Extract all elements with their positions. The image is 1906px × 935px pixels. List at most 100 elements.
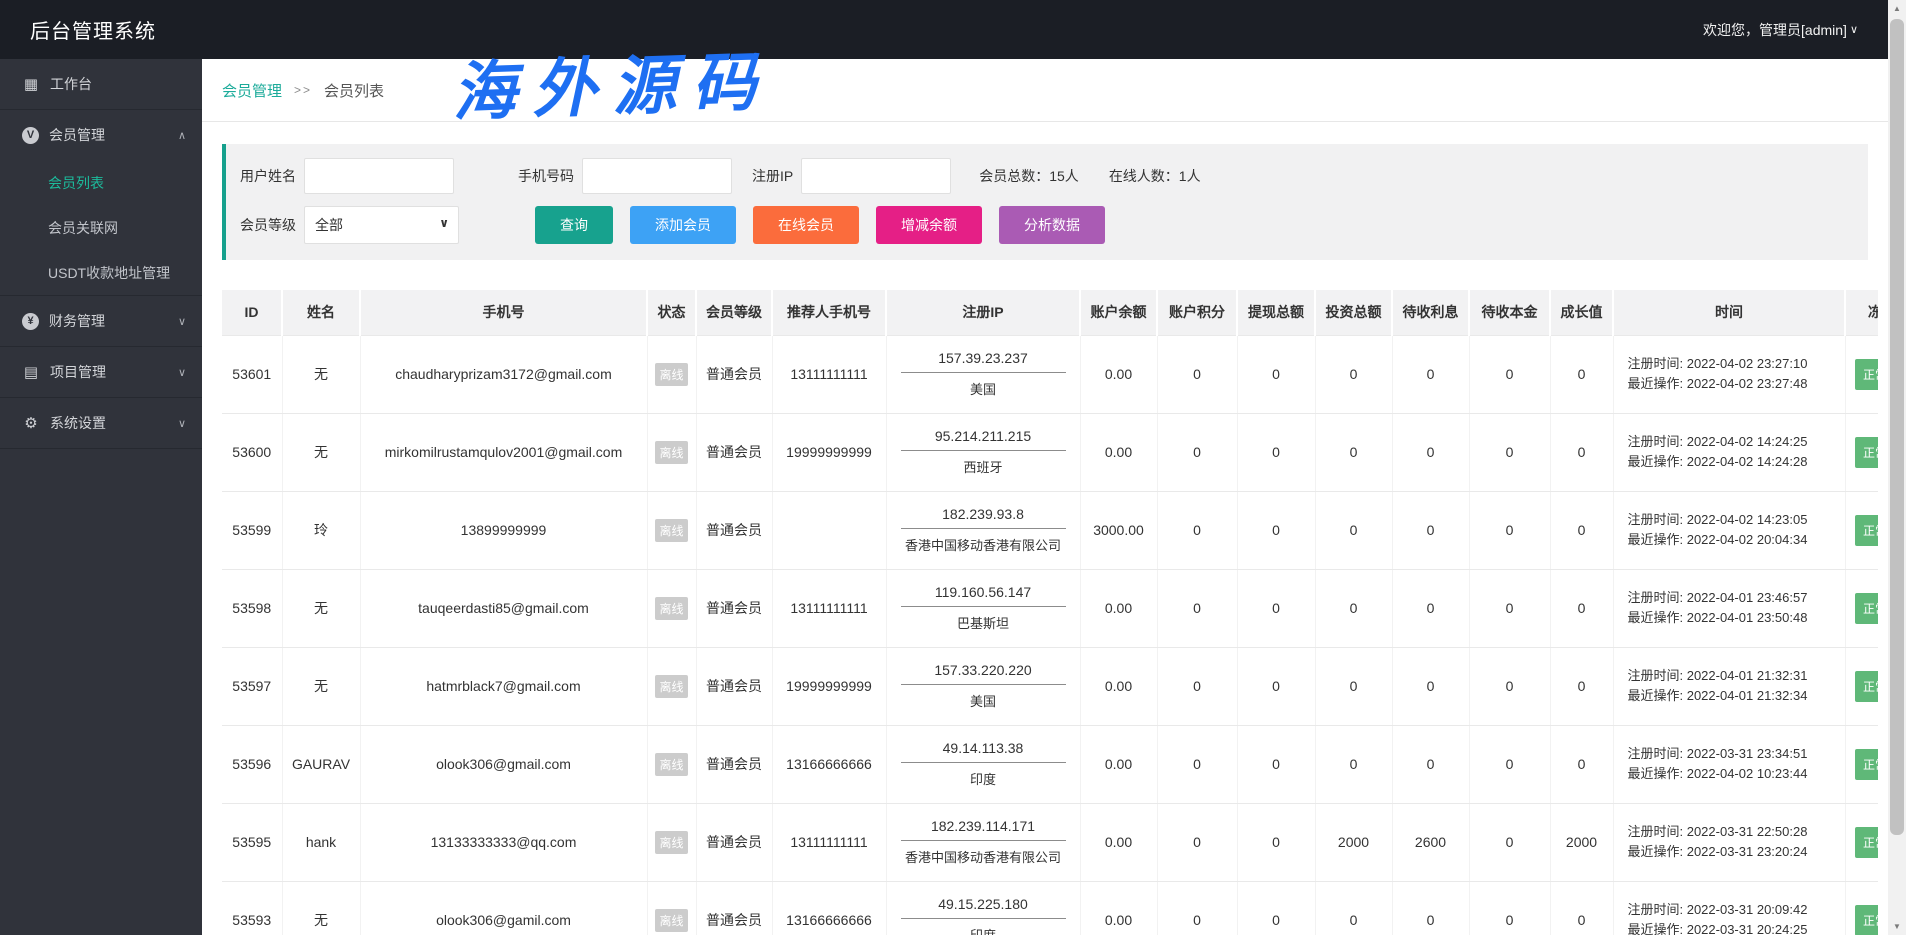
status-cell: 离线 xyxy=(647,335,696,413)
normal-status-button[interactable]: 正常 xyxy=(1855,905,1878,935)
analyze-data-button[interactable]: 分析数据 xyxy=(999,206,1105,244)
column-header-12: 待收本金 xyxy=(1469,290,1550,335)
table-row: 53600无mirkomilrustamqulov2001@gmail.com离… xyxy=(222,413,1878,491)
ip-region: 香港中国移动香港有限公司 xyxy=(891,847,1076,866)
frozen-status-cell: 正常 xyxy=(1845,491,1878,569)
member-name: 无 xyxy=(282,647,360,725)
offline-status-badge: 离线 xyxy=(655,519,687,542)
username-input[interactable] xyxy=(304,158,454,194)
account-balance: 0.00 xyxy=(1080,725,1157,803)
sidebar-item-project-management[interactable]: ▤项目管理∨ xyxy=(0,347,202,397)
time-cell: 注册时间: 2022-03-31 20:09:42最近操作: 2022-03-3… xyxy=(1613,881,1845,935)
online-count-stat: 在线人数：1人 xyxy=(1109,166,1201,186)
register-time: 注册时间: 2022-04-01 21:32:31 xyxy=(1628,666,1841,686)
breadcrumb-parent-link[interactable]: 会员管理 xyxy=(222,80,282,101)
normal-status-button[interactable]: 正常 xyxy=(1855,359,1878,390)
register-ip-cell: 182.239.93.8香港中国移动香港有限公司 xyxy=(886,491,1080,569)
member-total-stat: 会员总数：15人 xyxy=(979,166,1079,186)
online-members-button[interactable]: 在线会员 xyxy=(753,206,859,244)
register-ip-cell: 95.214.211.215西班牙 xyxy=(886,413,1080,491)
member-id: 53599 xyxy=(222,491,282,569)
column-header-8: 账户积分 xyxy=(1157,290,1237,335)
account-balance: 0.00 xyxy=(1080,803,1157,881)
sidebar-item-member-network[interactable]: 会员关联网 xyxy=(0,205,202,250)
account-points: 0 xyxy=(1157,725,1237,803)
chevron-down-icon: ∨ xyxy=(178,417,186,430)
adjust-balance-button[interactable]: 增减余额 xyxy=(876,206,982,244)
withdraw-total: 0 xyxy=(1237,647,1315,725)
sidebar-item-system-settings[interactable]: ⚙系统设置∨ xyxy=(0,398,202,448)
normal-status-button[interactable]: 正常 xyxy=(1855,671,1878,702)
pending-interest: 2600 xyxy=(1392,803,1469,881)
sidebar-nav: ▦工作台V会员管理∧会员列表会员关联网USDT收款地址管理¥财务管理∨▤项目管理… xyxy=(0,59,202,935)
withdraw-total: 0 xyxy=(1237,569,1315,647)
register-ip-input[interactable] xyxy=(801,158,951,194)
invest-total: 0 xyxy=(1315,725,1392,803)
offline-status-badge: 离线 xyxy=(655,597,687,620)
member-management-label: 会员管理 xyxy=(49,125,178,145)
withdraw-total: 0 xyxy=(1237,725,1315,803)
add-member-button[interactable]: 添加会员 xyxy=(630,206,736,244)
main-content: 会员管理 >> 会员列表 用户姓名 手机号码 注册IP 会员总数：15人 在线人… xyxy=(202,59,1888,935)
pending-interest: 0 xyxy=(1392,335,1469,413)
invest-total: 0 xyxy=(1315,491,1392,569)
phone-input[interactable] xyxy=(582,158,732,194)
sidebar-group-project-management: ▤项目管理∨ xyxy=(0,347,202,398)
column-header-3: 状态 xyxy=(647,290,696,335)
column-header-0: ID xyxy=(222,290,282,335)
register-time: 注册时间: 2022-03-31 20:09:42 xyxy=(1628,900,1841,920)
account-points: 0 xyxy=(1157,335,1237,413)
status-cell: 离线 xyxy=(647,491,696,569)
pending-interest: 0 xyxy=(1392,881,1469,935)
chevron-down-icon: ∨ xyxy=(1850,23,1858,36)
normal-status-button[interactable]: 正常 xyxy=(1855,515,1878,546)
scroll-down-icon[interactable]: ▼ xyxy=(1888,918,1906,935)
member-id: 53601 xyxy=(222,335,282,413)
column-header-14: 时间 xyxy=(1613,290,1845,335)
register-ip-label: 注册IP xyxy=(752,166,793,186)
referrer-phone: 19999999999 xyxy=(772,413,886,491)
sidebar-item-workbench[interactable]: ▦工作台 xyxy=(0,59,202,109)
chevron-up-icon: ∧ xyxy=(178,129,186,142)
normal-status-button[interactable]: 正常 xyxy=(1855,593,1878,624)
register-time: 注册时间: 2022-03-31 22:50:28 xyxy=(1628,822,1841,842)
sidebar-item-member-management[interactable]: V会员管理∧ xyxy=(0,110,202,160)
ip-address: 49.15.225.180 xyxy=(901,896,1066,919)
ip-address: 95.214.211.215 xyxy=(901,428,1066,451)
growth-value: 0 xyxy=(1550,335,1613,413)
referrer-phone: 13166666666 xyxy=(772,881,886,935)
grid-icon: ▦ xyxy=(22,75,40,93)
sidebar-group-finance-management: ¥财务管理∨ xyxy=(0,296,202,347)
sidebar-item-usdt-address[interactable]: USDT收款地址管理 xyxy=(0,250,202,295)
pending-interest: 0 xyxy=(1392,647,1469,725)
column-header-10: 投资总额 xyxy=(1315,290,1392,335)
normal-status-button[interactable]: 正常 xyxy=(1855,749,1878,780)
normal-status-button[interactable]: 正常 xyxy=(1855,437,1878,468)
column-header-9: 提现总额 xyxy=(1237,290,1315,335)
member-level: 普通会员 xyxy=(696,725,772,803)
register-ip-cell: 182.239.114.171香港中国移动香港有限公司 xyxy=(886,803,1080,881)
sidebar-item-member-list[interactable]: 会员列表 xyxy=(0,160,202,205)
last-operate-time: 最近操作: 2022-03-31 23:20:24 xyxy=(1628,842,1841,862)
offline-status-badge: 离线 xyxy=(655,909,687,932)
member-level-select[interactable]: 全部 xyxy=(304,206,459,244)
sidebar-group-workbench: ▦工作台 xyxy=(0,59,202,110)
offline-status-badge: 离线 xyxy=(655,831,687,854)
vertical-scrollbar[interactable]: ▲ ▼ xyxy=(1888,0,1906,935)
column-header-4: 会员等级 xyxy=(696,290,772,335)
sidebar-item-finance-management[interactable]: ¥财务管理∨ xyxy=(0,296,202,346)
account-points: 0 xyxy=(1157,413,1237,491)
admin-user-menu[interactable]: 欢迎您，管理员[admin] ∨ xyxy=(1703,20,1858,40)
ip-region: 印度 xyxy=(891,769,1076,788)
member-id: 53597 xyxy=(222,647,282,725)
offline-status-badge: 离线 xyxy=(655,675,687,698)
query-button[interactable]: 查询 xyxy=(535,206,613,244)
scrollbar-thumb[interactable] xyxy=(1890,19,1904,835)
table-row: 53596GAURAVolook306@gmail.com离线普通会员13166… xyxy=(222,725,1878,803)
member-level: 普通会员 xyxy=(696,335,772,413)
normal-status-button[interactable]: 正常 xyxy=(1855,827,1878,858)
invest-total: 0 xyxy=(1315,335,1392,413)
growth-value: 0 xyxy=(1550,491,1613,569)
scroll-up-icon[interactable]: ▲ xyxy=(1888,0,1906,17)
member-name: 玲 xyxy=(282,491,360,569)
